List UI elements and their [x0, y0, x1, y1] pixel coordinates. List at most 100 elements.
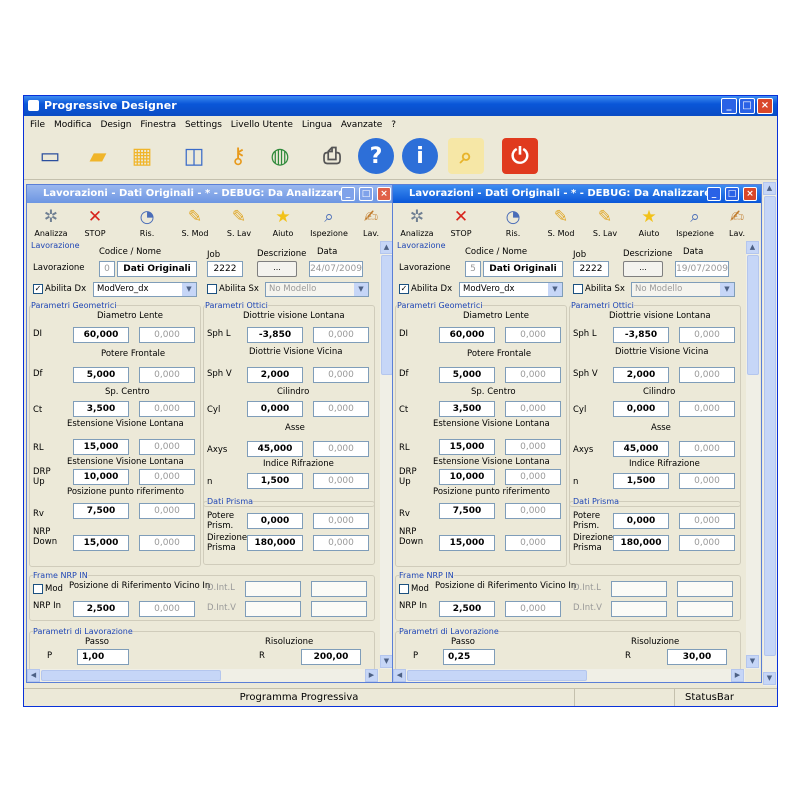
- scroll-left-icon[interactable]: ◀: [393, 669, 406, 682]
- child-close-button[interactable]: ×: [377, 187, 391, 201]
- analizza-button[interactable]: ✲ Analizza: [397, 205, 437, 241]
- rv-field[interactable]: 7,500: [439, 503, 495, 519]
- menu-help[interactable]: ?: [391, 120, 396, 130]
- rv-secondary-field[interactable]: 0,000: [505, 503, 561, 519]
- menu-design[interactable]: Design: [100, 120, 131, 130]
- minimize-button[interactable]: _: [721, 98, 737, 114]
- child-maximize-button[interactable]: □: [725, 187, 739, 201]
- scroll-left-icon[interactable]: ◀: [27, 669, 40, 682]
- abilita-sx-checkbox[interactable]: [573, 284, 583, 294]
- dintl-secondary-field[interactable]: [677, 581, 733, 597]
- scroll-thumb[interactable]: [747, 255, 759, 375]
- abilita-dx-checkbox[interactable]: ✓: [399, 284, 409, 294]
- printer-icon[interactable]: ⎙: [314, 138, 350, 174]
- dintl-secondary-field[interactable]: [311, 581, 367, 597]
- sphl-secondary-field[interactable]: 0,000: [313, 327, 369, 343]
- nrp-in-secondary-field[interactable]: 0,000: [505, 601, 561, 617]
- nrp-in-field[interactable]: 2,500: [73, 601, 129, 617]
- mod-checkbox[interactable]: [33, 584, 43, 594]
- cyl-secondary-field[interactable]: 0,000: [313, 401, 369, 417]
- nrp-in-secondary-field[interactable]: 0,000: [139, 601, 195, 617]
- child-close-button[interactable]: ×: [743, 187, 757, 201]
- child-maximize-button[interactable]: □: [359, 187, 373, 201]
- name-field[interactable]: Dati Originali: [117, 261, 197, 277]
- model-dx-select[interactable]: ModVero_dx ▼: [459, 282, 563, 297]
- lav-button[interactable]: ✍ Lav.: [351, 205, 391, 241]
- df-field[interactable]: 5,000: [439, 367, 495, 383]
- maximize-button[interactable]: □: [739, 98, 755, 114]
- model-sx-select[interactable]: No Modello ▼: [265, 282, 369, 297]
- cyl-secondary-field[interactable]: 0,000: [679, 401, 735, 417]
- job-field[interactable]: 2222: [573, 261, 609, 277]
- stop-button[interactable]: ✕ STOP: [441, 205, 481, 241]
- date-field[interactable]: 24/07/2009: [309, 261, 363, 277]
- s-mod-button[interactable]: ✎ S. Mod: [175, 205, 215, 241]
- descrizione-button[interactable]: ...: [623, 261, 663, 277]
- abilita-dx-checkbox[interactable]: ✓: [33, 284, 43, 294]
- code-field[interactable]: 5: [465, 261, 481, 277]
- axys-secondary-field[interactable]: 0,000: [679, 441, 735, 457]
- mod-checkbox[interactable]: [399, 584, 409, 594]
- power-icon[interactable]: ⏻: [502, 138, 538, 174]
- analizza-button[interactable]: ✲ Analizza: [31, 205, 71, 241]
- di-field[interactable]: 60,000: [439, 327, 495, 343]
- passo-field[interactable]: 0,25: [443, 649, 495, 665]
- lav-button[interactable]: ✍ Lav.: [717, 205, 757, 241]
- drp-field[interactable]: 10,000: [73, 469, 129, 485]
- mdi-vertical-scrollbar[interactable]: ▲ ▼: [763, 182, 777, 686]
- vertical-scrollbar[interactable]: ▲ ▼: [746, 241, 760, 669]
- nrp-down-field[interactable]: 15,000: [73, 535, 129, 551]
- dintl-field[interactable]: [245, 581, 301, 597]
- n-field[interactable]: 1,500: [613, 473, 669, 489]
- sphv-secondary-field[interactable]: 0,000: [679, 367, 735, 383]
- direction-field[interactable]: 180,000: [247, 535, 303, 551]
- rl-field[interactable]: 15,000: [439, 439, 495, 455]
- n-secondary-field[interactable]: 0,000: [679, 473, 735, 489]
- help-icon[interactable]: ?: [358, 138, 394, 174]
- aiuto-button[interactable]: ★ Aiuto: [263, 205, 303, 241]
- rv-field[interactable]: 7,500: [73, 503, 129, 519]
- nrp-down-secondary-field[interactable]: 0,000: [505, 535, 561, 551]
- rl-secondary-field[interactable]: 0,000: [139, 439, 195, 455]
- child-minimize-button[interactable]: _: [341, 187, 355, 201]
- scroll-thumb-h[interactable]: [407, 670, 587, 681]
- dashboard-icon[interactable]: ◫: [176, 138, 212, 174]
- sphv-secondary-field[interactable]: 0,000: [313, 367, 369, 383]
- job-field[interactable]: 2222: [207, 261, 243, 277]
- prism-secondary-field[interactable]: 0,000: [313, 513, 369, 529]
- sphl-field[interactable]: -3,850: [247, 327, 303, 343]
- dintv-secondary-field[interactable]: [677, 601, 733, 617]
- df-secondary-field[interactable]: 0,000: [505, 367, 561, 383]
- menu-modifica[interactable]: Modifica: [54, 120, 92, 130]
- ct-field[interactable]: 3,500: [439, 401, 495, 417]
- stop-button[interactable]: ✕ STOP: [75, 205, 115, 241]
- s-lav-button[interactable]: ✎ S. Lav: [585, 205, 625, 241]
- direction-secondary-field[interactable]: 0,000: [313, 535, 369, 551]
- scroll-thumb-h[interactable]: [41, 670, 221, 681]
- sphl-secondary-field[interactable]: 0,000: [679, 327, 735, 343]
- menu-finestra[interactable]: Finestra: [140, 120, 176, 130]
- globe-icon[interactable]: ◍: [262, 138, 298, 174]
- prism-field[interactable]: 0,000: [613, 513, 669, 529]
- mdi-scroll-thumb[interactable]: [764, 196, 776, 656]
- sphl-field[interactable]: -3,850: [613, 327, 669, 343]
- prism-field[interactable]: 0,000: [247, 513, 303, 529]
- ris-button[interactable]: ◔ Ris.: [127, 205, 167, 241]
- direction-field[interactable]: 180,000: [613, 535, 669, 551]
- descrizione-button[interactable]: ...: [257, 261, 297, 277]
- abilita-sx-checkbox[interactable]: [207, 284, 217, 294]
- di-secondary-field[interactable]: 0,000: [505, 327, 561, 343]
- di-field[interactable]: 60,000: [73, 327, 129, 343]
- scroll-right-icon[interactable]: ▶: [365, 669, 378, 682]
- scroll-up-icon[interactable]: ▲: [763, 182, 776, 195]
- nrp-down-secondary-field[interactable]: 0,000: [139, 535, 195, 551]
- ispezione-button[interactable]: ⌕ Ispezione: [309, 205, 349, 241]
- window-icon[interactable]: ▭: [32, 138, 68, 174]
- scroll-down-icon[interactable]: ▼: [763, 672, 776, 685]
- scroll-up-icon[interactable]: ▲: [746, 241, 759, 254]
- folder-calendar-icon[interactable]: ▦: [124, 138, 160, 174]
- sphv-field[interactable]: 2,000: [613, 367, 669, 383]
- ispezione-button[interactable]: ⌕ Ispezione: [675, 205, 715, 241]
- aiuto-button[interactable]: ★ Aiuto: [629, 205, 669, 241]
- df-secondary-field[interactable]: 0,000: [139, 367, 195, 383]
